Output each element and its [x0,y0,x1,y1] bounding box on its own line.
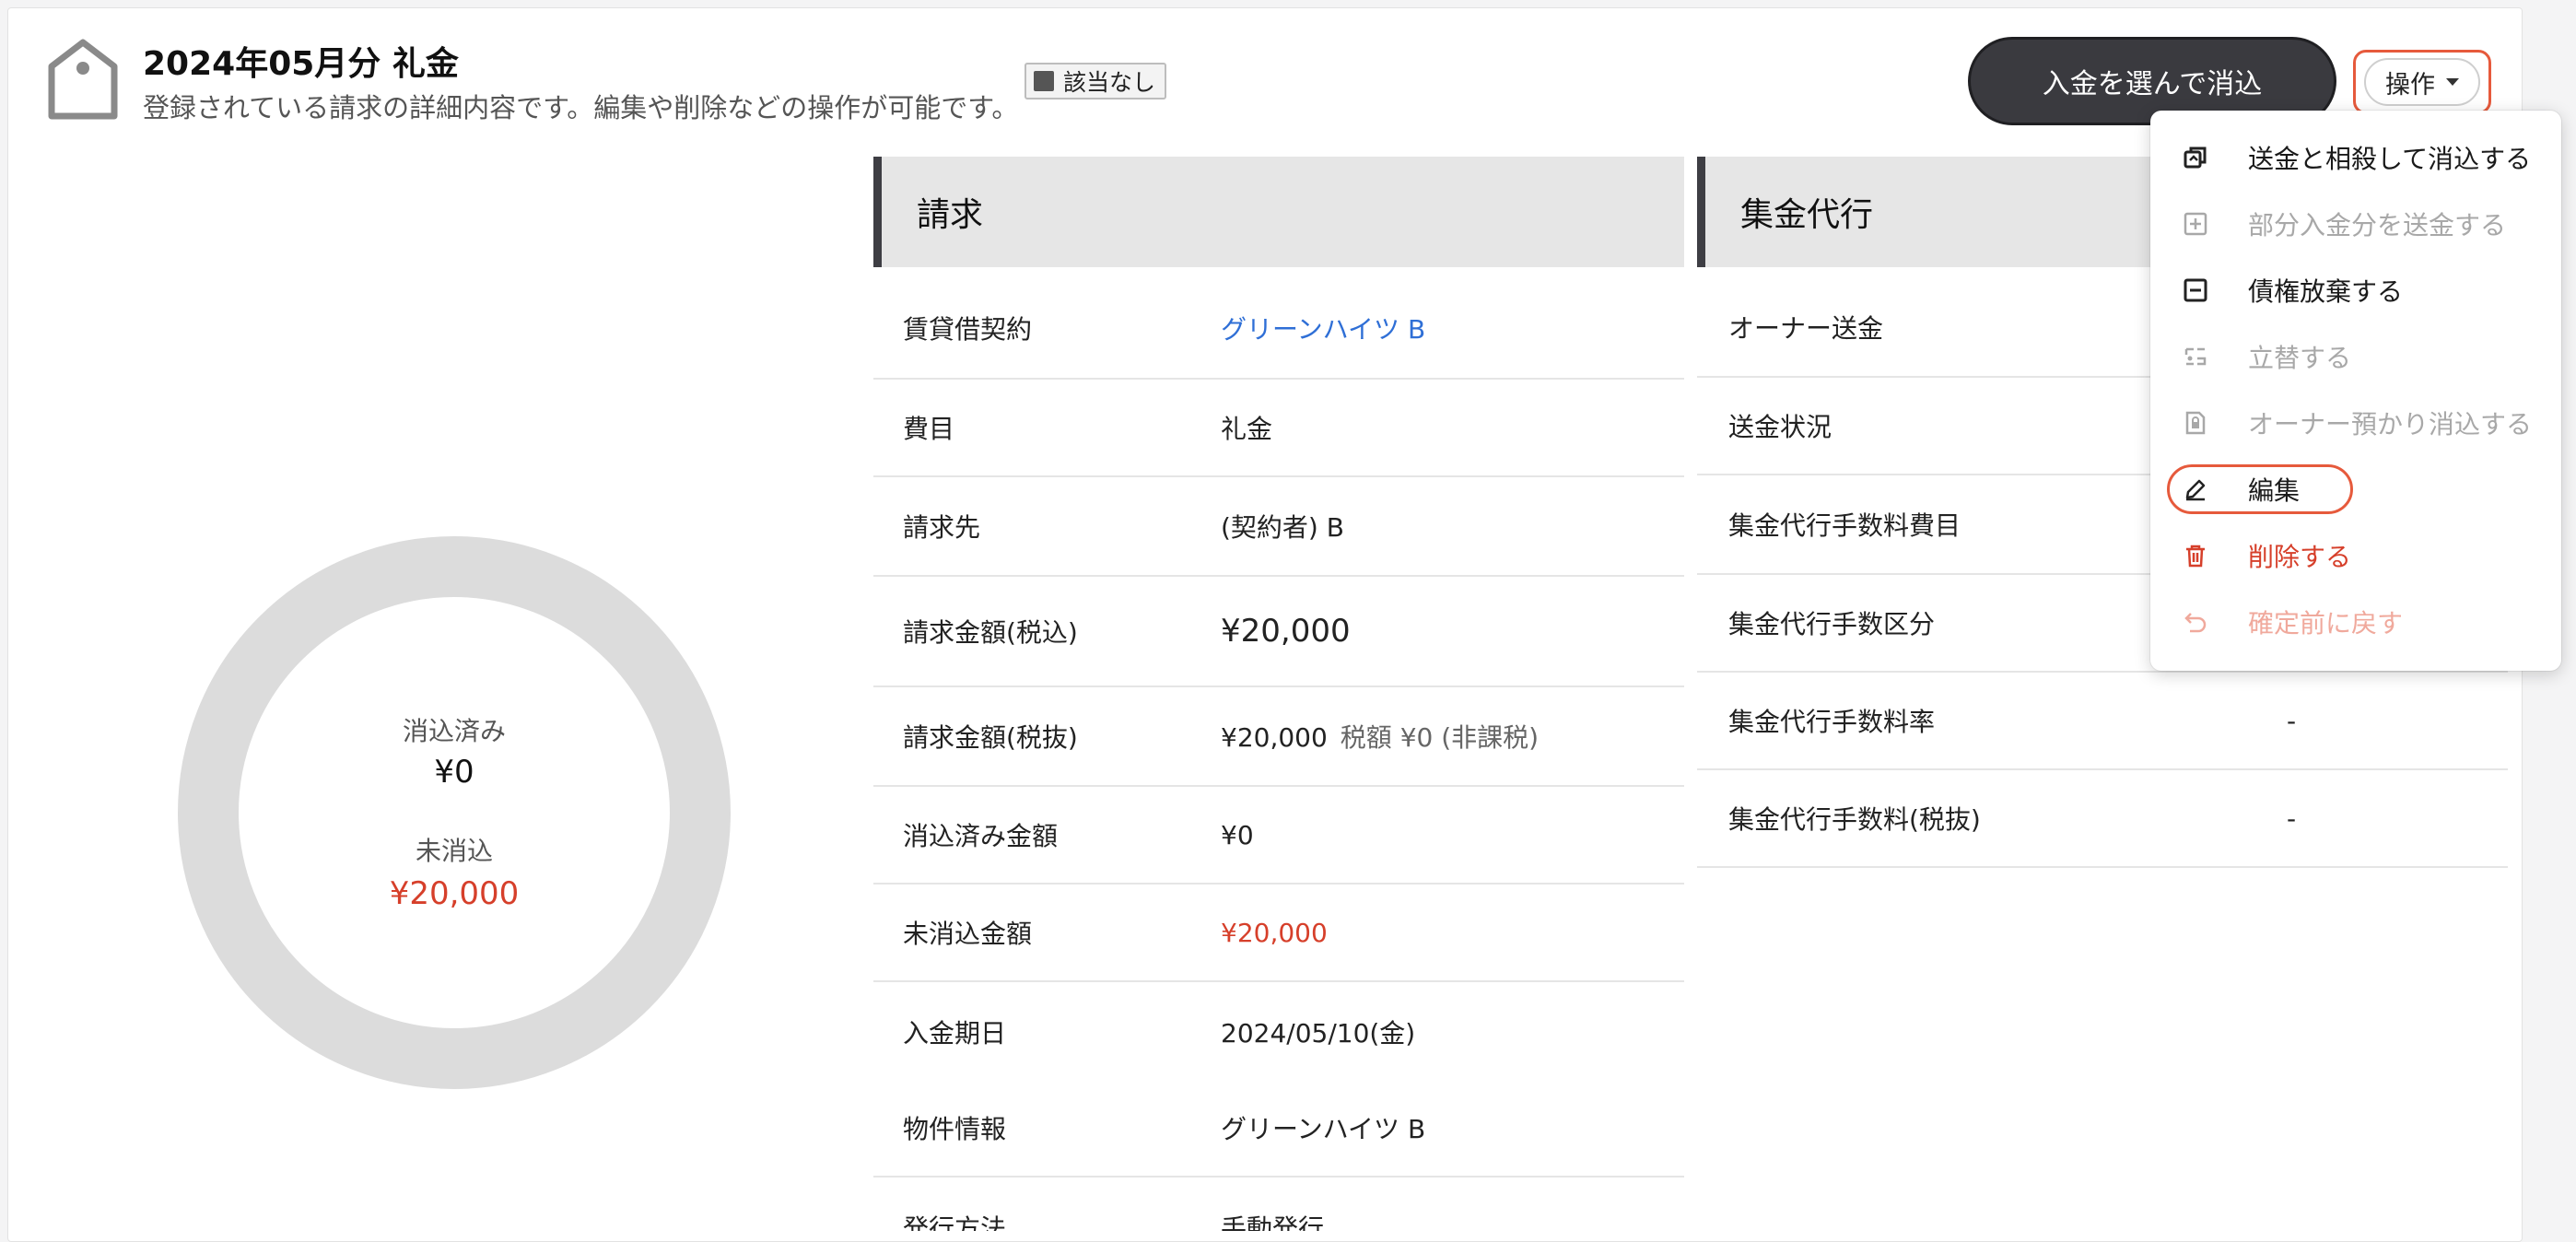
menu-item-owner-deposit-reconcile[interactable]: オーナー預かり消込する [2150,391,2561,455]
row-label: 請求先 [903,512,981,543]
row-value: - [2287,803,2297,834]
offset-icon [2182,144,2209,171]
status-badge-label: 該当なし [1063,69,1156,96]
row-label: 入金期日 [903,1018,1007,1049]
row-label: 賃貸借契約 [903,314,1033,345]
menu-item-label: 確定前に戻す [2248,608,2404,639]
menu-item-delete[interactable]: 削除する [2150,523,2561,588]
table-row: 消込済み金額 ¥0 [873,787,1684,885]
table-row: 請求金額(税込) ¥20,000 [873,577,1684,687]
trash-icon [2182,542,2209,569]
page-title: 2024年05月分 礼金 [143,45,459,83]
table-row: 発行方法 手動発行 [873,1179,1684,1231]
tag-icon [48,39,118,120]
table-row: 請求先 (契約者) B [873,477,1684,577]
row-value: グリーンハイツ B [1221,1114,1426,1144]
chevron-down-icon [2446,78,2459,86]
table-row: 集金代行手数料(税抜) - [1697,770,2508,868]
row-label: 集金代行手数料(税抜) [1728,804,1981,835]
undo-icon [2182,608,2209,636]
row-label: 集金代行手数料費目 [1728,510,1961,541]
row-label: 集金代行手数料率 [1728,707,1936,737]
menu-item-label: オーナー預かり消込する [2248,409,2533,439]
row-label: 送金状況 [1728,412,1832,442]
menu-item-label: 送金と相殺して消込する [2248,144,2532,174]
row-value: 礼金 [1221,414,1273,444]
row-value: ¥20,000 税額 ¥0 (非課税) [1221,718,1539,755]
menu-item-label: 削除する [2248,542,2352,572]
row-label: 費目 [903,414,955,444]
row-label: 未消込金額 [903,919,1033,949]
operations-button-label: 操作 [2385,70,2435,100]
menu-item-label: 立替する [2248,343,2352,373]
donut-summary: 消込済み ¥0 未消込 ¥20,000 [178,536,731,1089]
operations-button-inner[interactable]: 操作 [2364,58,2480,106]
menu-item-label: 部分入金分を送金する [2248,210,2507,240]
plus-square-icon [2182,210,2209,238]
status-badge: 該当なし [1025,63,1167,100]
row-label: 請求金額(税抜) [903,722,1078,753]
tax-note: 税額 ¥0 (非課税) [1340,722,1540,753]
table-row: 請求金額(税抜) ¥20,000 税額 ¥0 (非課税) [873,687,1684,787]
menu-item-label: 編集 [2248,475,2301,506]
menu-item-advance[interactable]: 立替する [2150,324,2561,389]
applied-label: 消込済み [402,716,506,746]
menu-item-send-partial[interactable]: 部分入金分を送金する [2150,192,2561,256]
operations-dropdown-button[interactable]: 操作 [2353,50,2491,114]
menu-item-edit[interactable]: 編集 [2150,457,2561,521]
row-value: 手動発行 [1221,1213,1325,1231]
row-value: ¥20,000 [1221,613,1351,650]
row-value: (契約者) B [1221,512,1344,543]
unapplied-label: 未消込 [415,836,493,866]
page-subtitle: 登録されている請求の詳細内容です。編集や削除などの操作が可能です。 [143,92,1019,123]
billing-section-header: 請求 [873,157,1684,267]
row-label: 物件情報 [903,1114,1007,1144]
row-value: ¥20,000 [1221,917,1328,948]
row-label: 請求金額(税込) [903,617,1078,648]
applied-value: ¥0 [434,754,474,791]
table-row: 集金代行手数料率 - [1697,673,2508,770]
menu-item-revert-to-unconfirmed[interactable]: 確定前に戻す [2150,590,2561,654]
row-value: - [2287,705,2297,736]
pencil-icon [2182,475,2209,503]
minus-square-icon [2182,276,2209,304]
advance-icon [2182,343,2209,370]
menu-item-offset-reconcile[interactable]: 送金と相殺して消込する [2150,125,2561,190]
row-label: 集金代行手数区分 [1728,609,1936,639]
row-value: ¥0 [1221,819,1254,850]
table-row: 費目 礼金 [873,380,1684,477]
badge-square-icon [1034,71,1054,91]
row-value: 2024/05/10(金) [1221,1018,1416,1049]
lease-contract-link[interactable]: グリーンハイツ B [1221,310,1425,346]
table-row: 物件情報 グリーンハイツ B [873,1080,1684,1178]
table-row: 未消込金額 ¥20,000 [873,885,1684,982]
row-label: 消込済み金額 [903,821,1059,851]
table-row: 賃貸借契約 グリーンハイツ B [873,278,1684,380]
row-label: 発行方法 [903,1213,1007,1231]
menu-item-label: 債権放棄する [2248,276,2404,307]
operations-menu: 送金と相殺して消込する 部分入金分を送金する 債権放棄する 立替する オーナー預… [2150,111,2561,671]
menu-item-waive-claim[interactable]: 債権放棄する [2150,258,2561,322]
unapplied-value: ¥20,000 [389,875,520,912]
lock-document-icon [2182,409,2209,437]
amount-excl-tax: ¥20,000 [1221,722,1328,753]
row-label: オーナー送金 [1728,313,1884,344]
